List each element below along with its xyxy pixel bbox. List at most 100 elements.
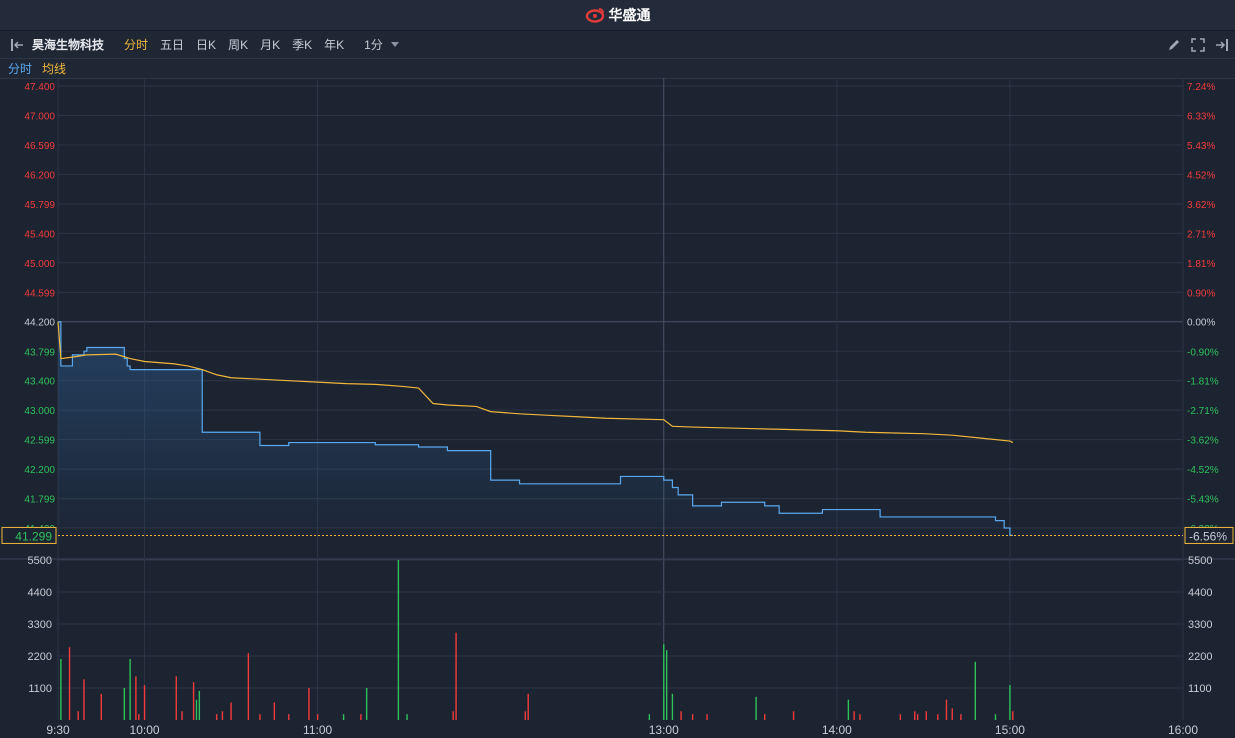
volume-bar <box>221 711 224 720</box>
volume-bar <box>706 714 708 720</box>
pct-tick-label: -3.62% <box>1187 436 1219 447</box>
pct-tick-label: 6.33% <box>1187 111 1215 122</box>
price-tick-label: 45.400 <box>24 229 55 240</box>
volume-tick-label: 1100 <box>28 683 52 695</box>
price-tick-label: 42.599 <box>24 436 55 447</box>
volume-bar <box>247 653 250 720</box>
price-tick-label: 44.200 <box>24 318 55 329</box>
volume-bar <box>859 714 861 720</box>
price-tick-label: 42.200 <box>24 465 55 476</box>
tab-4[interactable]: 月K <box>254 36 286 53</box>
volume-bar <box>899 714 902 720</box>
expand-icon[interactable] <box>1191 37 1205 52</box>
volume-bar <box>192 682 195 720</box>
collapse-panel-icon[interactable] <box>10 38 26 52</box>
volume-bar <box>847 699 850 720</box>
time-tick-label: 9:30 <box>46 723 70 737</box>
brand-icon <box>585 8 604 23</box>
pct-tick-label: 3.62% <box>1187 200 1215 211</box>
volume-tick-label-right: 1100 <box>1188 683 1212 695</box>
volume-bar <box>648 714 651 720</box>
volume-bar <box>945 699 948 720</box>
tab-0[interactable]: 分时 <box>118 36 154 53</box>
volume-bar <box>100 693 102 720</box>
volume-bar <box>316 714 319 720</box>
volume-bar <box>916 714 919 720</box>
volume-tick-label: 3300 <box>28 619 52 631</box>
price-tick-label: 43.000 <box>24 406 55 417</box>
volume-bar <box>215 714 218 720</box>
volume-bar <box>129 658 131 720</box>
price-tick-label: 46.599 <box>24 141 55 152</box>
pct-tick-label: 0.90% <box>1187 288 1215 299</box>
volume-bar <box>527 693 529 720</box>
interval-value: 1分 <box>364 38 383 52</box>
volume-bar <box>342 714 345 720</box>
volume-bar <box>764 714 766 720</box>
volume-bar <box>123 688 126 720</box>
exit-panel-icon[interactable] <box>1215 38 1229 52</box>
volume-bar <box>195 699 198 720</box>
chevron-down-icon <box>390 42 399 47</box>
volume-bar <box>680 711 682 720</box>
volume-bar <box>524 711 527 720</box>
tab-5[interactable]: 季K <box>286 36 318 53</box>
brand-logo: 华盛通 <box>585 5 651 25</box>
volume-bar <box>994 714 997 720</box>
period-tabs: 分时 五日 日K 周K 月K 季K 年K <box>118 36 350 53</box>
pencil-icon[interactable] <box>1167 38 1181 52</box>
volume-tick-label-right: 4400 <box>1188 587 1212 599</box>
volume-bar <box>365 688 368 720</box>
tab-6[interactable]: 年K <box>318 36 350 53</box>
volume-bar <box>308 688 310 720</box>
price-tick-label: 44.599 <box>24 288 55 299</box>
interval-select[interactable]: 1分 <box>364 36 399 53</box>
volume-bar <box>273 702 276 720</box>
volume-bar <box>755 696 757 720</box>
pct-tick-label: 0.00% <box>1187 318 1215 329</box>
price-area <box>58 321 1013 536</box>
price-tick-label: 46.200 <box>24 170 55 181</box>
volume-bar <box>937 714 939 720</box>
volume-bar <box>259 714 261 720</box>
price-tick-label: 47.400 <box>24 82 55 93</box>
tab-3[interactable]: 周K <box>222 36 254 53</box>
pct-tick-label: -1.81% <box>1187 377 1219 388</box>
volume-bar <box>143 685 146 720</box>
volume-bar <box>198 690 201 720</box>
volume-bar <box>974 661 977 720</box>
pct-tick-label: -5.43% <box>1187 495 1219 506</box>
pct-tick-label: 7.24% <box>1187 82 1215 93</box>
volume-bar <box>83 679 85 720</box>
volume-bar <box>138 714 140 720</box>
last-price-label: 41.299 <box>15 529 52 543</box>
volume-tick-label-right: 3300 <box>1188 619 1212 631</box>
price-tick-label: 43.799 <box>24 347 55 358</box>
title-bar: 华盛通 <box>0 0 1235 31</box>
time-tick-label: 11:00 <box>303 723 332 737</box>
volume-bar <box>1012 711 1014 720</box>
price-tick-label: 43.400 <box>24 377 55 388</box>
pct-tick-label: -0.90% <box>1187 347 1219 358</box>
volume-bar <box>406 714 408 720</box>
pct-tick-label: 4.52% <box>1187 170 1215 181</box>
volume-tick-label-right: 2200 <box>1188 651 1212 663</box>
volume-bar <box>230 702 232 720</box>
tab-1[interactable]: 五日 <box>154 36 190 53</box>
pct-tick-label: -4.52% <box>1187 465 1219 476</box>
volume-bar <box>68 647 71 720</box>
volume-bar <box>360 714 362 720</box>
pct-tick-label: 2.71% <box>1187 229 1215 240</box>
tab-2[interactable]: 日K <box>190 36 222 53</box>
time-tick-label: 15:00 <box>995 723 1025 737</box>
pct-tick-label: -2.71% <box>1187 406 1219 417</box>
volume-bar <box>663 644 665 720</box>
volume-bar <box>452 711 454 720</box>
volume-bar <box>60 658 62 720</box>
intraday-chart[interactable]: 47.400 7.24% 47.000 6.33% 46.599 5.43% 46.200 4… <box>0 78 1235 738</box>
volume-bar <box>853 711 855 720</box>
volume-bar <box>288 714 290 720</box>
volume-bar <box>397 560 400 720</box>
volume-bar <box>691 714 694 720</box>
time-tick-label: 10:00 <box>130 723 160 737</box>
